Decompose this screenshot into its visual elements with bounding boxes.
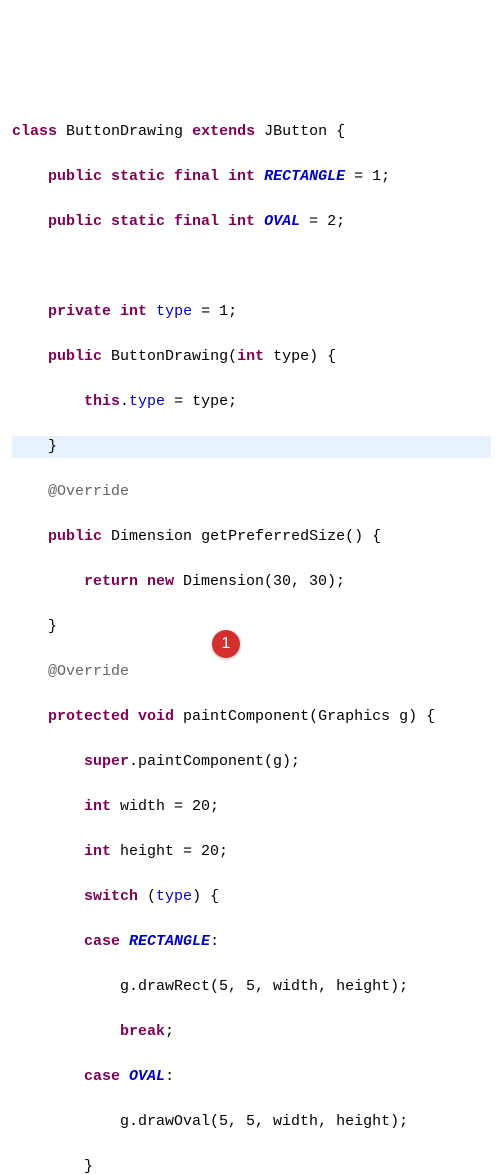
statement: g.drawRect(5, 5, width, height);	[120, 978, 408, 995]
keyword: break	[120, 1023, 165, 1040]
code-line: private int type = 1;	[12, 301, 491, 324]
code-line: public static final int OVAL = 2;	[12, 211, 491, 234]
paren: (	[228, 348, 237, 365]
code-line: }	[12, 616, 491, 639]
annotation: @Override	[48, 483, 129, 500]
paren: ) {	[309, 348, 336, 365]
code-block: class ButtonDrawing extends JButton { pu…	[12, 98, 491, 1174]
rest: = type;	[165, 393, 237, 410]
constant: OVAL	[264, 213, 300, 230]
code-line: g.drawRect(5, 5, width, height);	[12, 976, 491, 999]
rest: height = 20;	[111, 843, 228, 860]
code-line: @Override	[12, 661, 491, 684]
code-line: @Override	[12, 481, 491, 504]
param: type	[264, 348, 309, 365]
code-line: g.drawOval(5, 5, width, height);	[12, 1111, 491, 1134]
keyword: case	[84, 1068, 120, 1085]
modifier: public	[48, 348, 102, 365]
annotation-badge: 1	[212, 630, 240, 658]
rest: width = 20;	[111, 798, 219, 815]
code-line: }	[12, 1156, 491, 1174]
type-name: JButton	[264, 123, 327, 140]
code-line: return new Dimension(30, 30);	[12, 571, 491, 594]
class-name: ButtonDrawing	[66, 123, 183, 140]
keyword: extends	[192, 123, 255, 140]
keyword: int	[237, 348, 264, 365]
paren: ) {	[192, 888, 219, 905]
code-line: class ButtonDrawing extends JButton {	[12, 121, 491, 144]
brace: {	[327, 123, 345, 140]
semi: ;	[165, 1023, 174, 1040]
keyword: int	[84, 798, 111, 815]
keyword: int	[84, 843, 111, 860]
keyword: super	[84, 753, 129, 770]
colon: :	[210, 933, 219, 950]
keyword: case	[84, 933, 120, 950]
code-line: this.type = type;	[12, 391, 491, 414]
number: 1	[219, 303, 228, 320]
code-line: super.paintComponent(g);	[12, 751, 491, 774]
code-line: case OVAL:	[12, 1066, 491, 1089]
params: (Graphics g) {	[309, 708, 435, 725]
colon: :	[165, 1068, 174, 1085]
constant: RECTANGLE	[264, 168, 345, 185]
semi: ;	[228, 303, 237, 320]
code-line-highlighted: }	[12, 436, 491, 459]
modifiers: public static final int	[48, 213, 255, 230]
keyword: class	[12, 123, 57, 140]
modifiers: public static final int	[48, 168, 255, 185]
code-line: int width = 20;	[12, 796, 491, 819]
constructor: ButtonDrawing	[111, 348, 228, 365]
constant: OVAL	[129, 1068, 165, 1085]
code-line: protected void paintComponent(Graphics g…	[12, 706, 491, 729]
dot: .	[120, 393, 129, 410]
brace: }	[84, 1158, 93, 1174]
code-line: public Dimension getPreferredSize() {	[12, 526, 491, 549]
modifier: public	[48, 528, 102, 545]
keyword: this	[84, 393, 120, 410]
return-type: Dimension	[102, 528, 201, 545]
eq: =	[300, 213, 327, 230]
semi: ;	[381, 168, 390, 185]
annotation: @Override	[48, 663, 129, 680]
modifiers: private int	[48, 303, 147, 320]
space	[120, 933, 129, 950]
space	[120, 1068, 129, 1085]
code-line: public ButtonDrawing(int type) {	[12, 346, 491, 369]
badge-number: 1	[222, 632, 231, 656]
number: 2	[327, 213, 336, 230]
rest: () {	[345, 528, 381, 545]
rest: .paintComponent(g);	[129, 753, 300, 770]
method: paintComponent	[174, 708, 309, 725]
code-line: public static final int RECTANGLE = 1;	[12, 166, 491, 189]
field: type	[156, 303, 192, 320]
eq: =	[345, 168, 372, 185]
code-line	[12, 256, 491, 279]
code-line: break;	[12, 1021, 491, 1044]
field: type	[156, 888, 192, 905]
modifiers: protected void	[48, 708, 174, 725]
method: getPreferredSize	[201, 528, 345, 545]
field: type	[129, 393, 165, 410]
eq: =	[192, 303, 219, 320]
semi: ;	[336, 213, 345, 230]
statement: g.drawOval(5, 5, width, height);	[120, 1113, 408, 1130]
keyword: switch	[84, 888, 138, 905]
brace: }	[48, 618, 57, 635]
brace: }	[48, 438, 57, 455]
code-line: int height = 20;	[12, 841, 491, 864]
code-line: switch (type) {	[12, 886, 491, 909]
paren: (	[138, 888, 156, 905]
number: 1	[372, 168, 381, 185]
code-line: case RECTANGLE:	[12, 931, 491, 954]
constant: RECTANGLE	[129, 933, 210, 950]
